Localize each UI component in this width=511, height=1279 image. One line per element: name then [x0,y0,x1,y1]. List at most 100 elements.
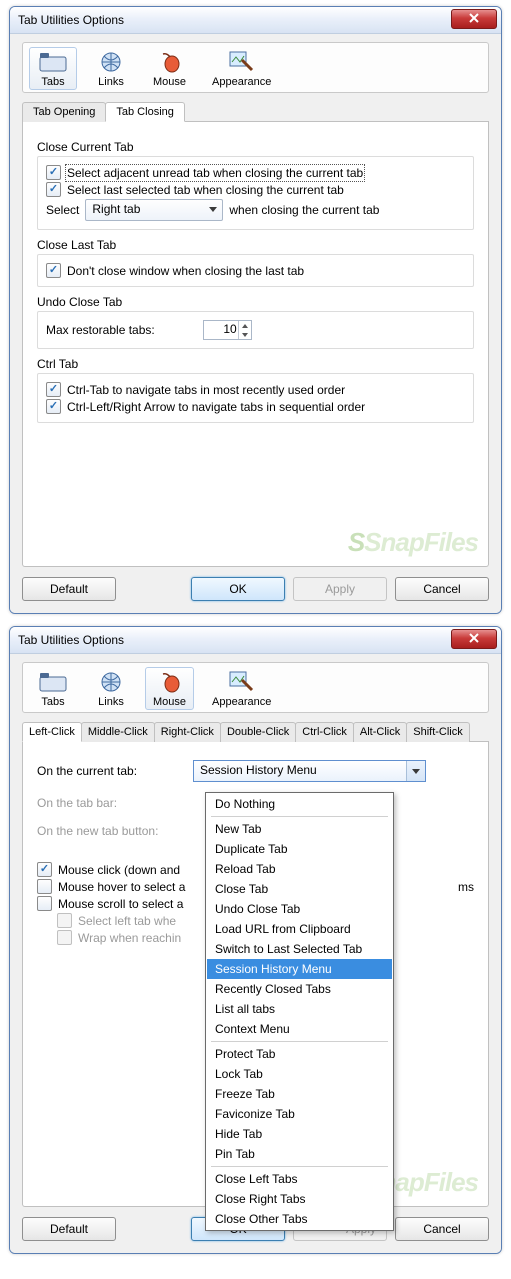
menu-item[interactable]: Close Other Tabs [207,1209,392,1229]
checkbox-label: Ctrl-Tab to navigate tabs in most recent… [67,383,345,397]
default-button[interactable]: Default [22,577,116,601]
checkbox-label: Mouse click (down and [58,863,180,877]
ok-button[interactable]: OK [191,577,285,601]
menu-item[interactable]: Close Right Tabs [207,1189,392,1209]
menu-item[interactable]: Freeze Tab [207,1084,392,1104]
tabs-icon [37,49,69,75]
subtabs: Tab Opening Tab Closing [22,101,489,122]
select-direction[interactable]: Right tab [85,199,223,221]
menu-item[interactable]: Close Tab [207,879,392,899]
subtab-alt-click[interactable]: Alt-Click [353,722,407,742]
section-tab-links[interactable]: Links [87,667,135,710]
subtab-right-click[interactable]: Right-Click [154,722,221,742]
section-tab-label: Mouse [153,76,186,88]
tabs-icon [37,669,69,695]
menu-item[interactable]: Switch to Last Selected Tab [207,939,392,959]
menu-item[interactable]: Hide Tab [207,1124,392,1144]
checkbox-adjacent-unread[interactable] [46,165,61,180]
spinner[interactable] [238,321,251,339]
titlebar: Tab Utilities Options [10,627,501,654]
links-icon [95,49,127,75]
label: ms [458,880,474,894]
checkbox-select-left-tab [57,913,72,928]
section-tab-mouse[interactable]: Mouse [145,47,194,90]
section-tabs: Tabs Links Mouse Appearance [22,42,489,93]
section-tab-tabs[interactable]: Tabs [29,667,77,710]
button-row: Default OK Apply Cancel [22,577,489,601]
checkbox-label: Ctrl-Left/Right Arrow to navigate tabs i… [67,400,365,414]
checkbox-last-selected[interactable] [46,182,61,197]
section-tab-appearance[interactable]: Appearance [204,47,279,90]
dropdown-menu[interactable]: Do Nothing New TabDuplicate TabReload Tab… [205,792,394,1231]
group-ctrl-tab: Ctrl-Tab to navigate tabs in most recent… [37,373,474,423]
menu-item[interactable]: Duplicate Tab [207,839,392,859]
select-value: Session History Menu [200,763,317,777]
section-tab-label: Tabs [41,76,64,88]
checkbox-ctrl-arrow[interactable] [46,399,61,414]
checkbox-ctrl-tab-mru[interactable] [46,382,61,397]
section-tab-mouse[interactable]: Mouse [145,667,194,710]
watermark: SSnapFiles [348,527,478,558]
cancel-button[interactable]: Cancel [395,1217,489,1241]
section-tab-label: Links [98,696,124,708]
section-tab-appearance[interactable]: Appearance [204,667,279,710]
menu-item[interactable]: Pin Tab [207,1144,392,1164]
menu-item[interactable]: New Tab [207,819,392,839]
section-tab-label: Links [98,76,124,88]
menu-item[interactable]: Context Menu [207,1019,392,1039]
group-undo: Max restorable tabs: 10 [37,311,474,349]
subtab-closing[interactable]: Tab Closing [105,102,184,122]
checkbox-wrap [57,930,72,945]
label: On the new tab button: [37,824,187,838]
subtab-ctrl-click[interactable]: Ctrl-Click [295,722,354,742]
menu-separator [211,1166,388,1167]
menu-item[interactable]: Faviconize Tab [207,1104,392,1124]
group-title: Ctrl Tab [37,357,474,371]
window-title: Tab Utilities Options [18,13,124,27]
subtab-middle-click[interactable]: Middle-Click [81,722,155,742]
section-tab-tabs[interactable]: Tabs [29,47,77,90]
section-tab-label: Tabs [41,696,64,708]
menu-item[interactable]: Recently Closed Tabs [207,979,392,999]
cancel-button[interactable]: Cancel [395,577,489,601]
menu-item[interactable]: Protect Tab [207,1044,392,1064]
section-tab-label: Appearance [212,76,271,88]
default-button[interactable]: Default [22,1217,116,1241]
menu-item[interactable]: Reload Tab [207,859,392,879]
menu-item[interactable]: Close Left Tabs [207,1169,392,1189]
section-tab-links[interactable]: Links [87,47,135,90]
menu-separator [211,816,388,817]
spinner-down-icon[interactable] [239,330,251,339]
label: On the tab bar: [37,796,187,810]
menu-item[interactable]: Lock Tab [207,1064,392,1084]
checkbox-mouse-scroll[interactable] [37,896,52,911]
menu-item[interactable]: Load URL from Clipboard [207,919,392,939]
group-title: Undo Close Tab [37,295,474,309]
menu-item[interactable]: List all tabs [207,999,392,1019]
checkbox-label: Mouse scroll to select a [58,897,183,911]
titlebar: Tab Utilities Options [10,7,501,34]
subtab-shift-click[interactable]: Shift-Click [406,722,470,742]
appearance-icon [226,669,258,695]
checkbox-label: Select left tab whe [78,914,176,928]
dialog-tabs: Tab Utilities Options Tabs Links [9,6,502,614]
checkbox-mouse-click[interactable] [37,862,52,877]
menu-item[interactable]: Undo Close Tab [207,899,392,919]
select-current-tab-action[interactable]: Session History Menu [193,760,426,782]
group-title: Close Current Tab [37,140,474,154]
checkbox-label: Wrap when reachin [78,931,181,945]
label: On the current tab: [37,764,187,778]
subtab-left-click[interactable]: Left-Click [22,722,82,742]
apply-button[interactable]: Apply [293,577,387,601]
checkbox-mouse-hover[interactable] [37,879,52,894]
close-button[interactable] [451,629,497,649]
section-tab-label: Appearance [212,696,271,708]
menu-item[interactable]: Session History Menu [207,959,392,979]
subtab-opening[interactable]: Tab Opening [22,102,106,122]
checkbox-dont-close-window[interactable] [46,263,61,278]
spinner-up-icon[interactable] [239,321,251,330]
close-button[interactable] [451,9,497,29]
max-restorable-input[interactable]: 10 [203,320,252,340]
menu-item[interactable]: Do Nothing [207,794,392,814]
subtab-double-click[interactable]: Double-Click [220,722,296,742]
